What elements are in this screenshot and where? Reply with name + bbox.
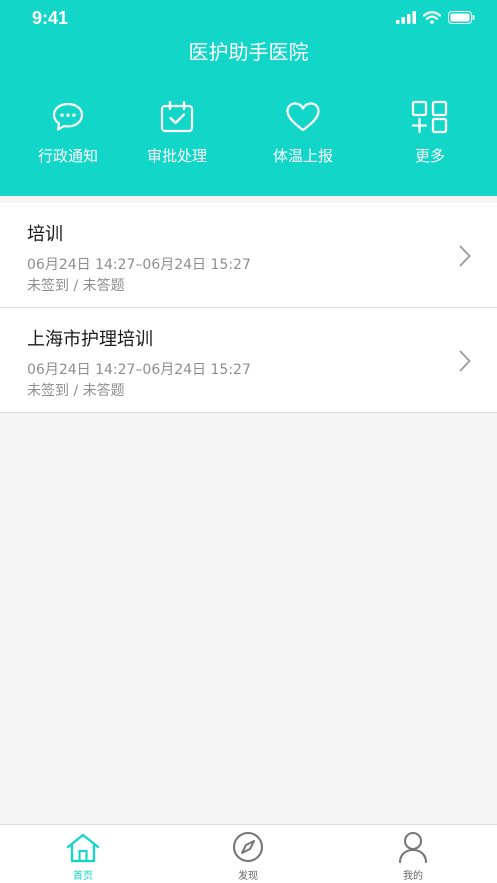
tab-home[interactable]: 首页 [23, 825, 143, 883]
chevron-right-icon [459, 350, 471, 372]
quick-action-approvals[interactable]: 审批处理 [117, 98, 237, 166]
header: 9:41 医护助手医院 行政通知 审批处理 体温上报 更多 [0, 0, 497, 196]
quick-action-notices[interactable]: 行政通知 [8, 98, 128, 166]
list-item[interactable]: 培训 06月24日 14:27–06月24日 15:27 未签到 / 未答题 [0, 203, 497, 308]
tab-label: 发现 [238, 871, 258, 882]
chevron-right-icon [459, 245, 471, 267]
quick-action-label: 更多 [414, 147, 445, 165]
item-title: 上海市护理培训 [27, 329, 153, 350]
chat-bubble-icon [52, 102, 84, 131]
compass-icon [232, 831, 264, 863]
wifi-icon [423, 11, 441, 24]
home-icon [66, 833, 100, 863]
quick-action-label: 审批处理 [146, 147, 207, 165]
tab-label: 首页 [73, 871, 93, 882]
item-title: 培训 [27, 224, 63, 245]
quick-action-label: 行政通知 [37, 147, 98, 165]
page-title: 医护助手医院 [188, 40, 309, 64]
quick-action-more[interactable]: 更多 [370, 98, 490, 166]
item-status: 未签到 / 未答题 [27, 383, 125, 399]
item-time: 06月24日 14:27–06月24日 15:27 [27, 257, 251, 273]
quick-action-label: 体温上报 [272, 147, 333, 165]
quick-action-temperature[interactable]: 体温上报 [243, 98, 363, 166]
tab-bar: 首页 发现 我的 [0, 824, 497, 883]
status-time: 9:41 [32, 8, 69, 28]
item-time: 06月24日 14:27–06月24日 15:27 [27, 362, 251, 378]
user-icon [398, 831, 428, 863]
status-icons [396, 11, 475, 24]
signal-icon [396, 11, 416, 24]
calendar-check-icon [160, 101, 194, 133]
status-bar: 9:41 [0, 0, 497, 40]
list-item[interactable]: 上海市护理培训 06月24日 14:27–06月24日 15:27 未签到 / … [0, 308, 497, 413]
tab-discover[interactable]: 发现 [188, 825, 308, 883]
training-list: 培训 06月24日 14:27–06月24日 15:27 未签到 / 未答题 上… [0, 203, 497, 413]
battery-icon [448, 11, 475, 24]
tab-profile[interactable]: 我的 [353, 825, 473, 883]
item-status: 未签到 / 未答题 [27, 278, 125, 294]
tab-label: 我的 [403, 871, 423, 882]
heart-icon [286, 102, 320, 132]
grid-plus-icon [411, 100, 448, 134]
